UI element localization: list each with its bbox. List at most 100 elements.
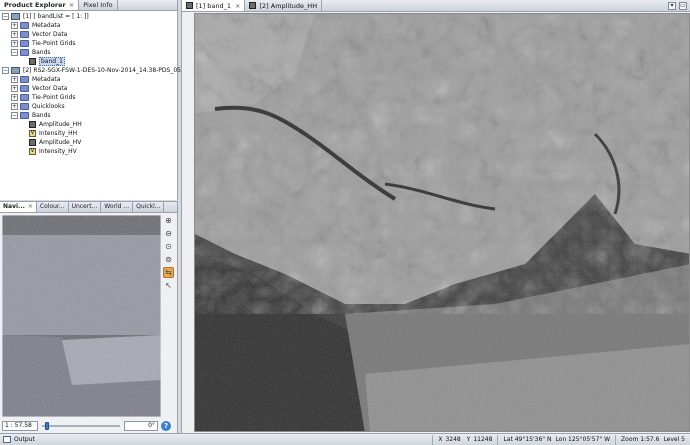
- maximize-icon[interactable]: ▭: [679, 1, 687, 10]
- folder-icon: [20, 49, 29, 56]
- tree-node-label: Vector Data: [32, 85, 68, 92]
- output-icon: [3, 436, 11, 443]
- nav-tabbar: Navi... × Colour... Uncert... World ... Q…: [0, 202, 177, 213]
- tree-node[interactable]: Amplitude_HH: [2, 120, 177, 129]
- band-icon: [186, 2, 193, 9]
- tree-node-label: Bands: [32, 112, 51, 119]
- tree-node-label: Metadata: [32, 76, 61, 83]
- band-icon: [249, 2, 257, 9]
- tab-product-explorer[interactable]: Product Explorer ×: [0, 0, 80, 10]
- tree-node[interactable]: V Intensity_HV: [2, 147, 177, 156]
- navigation-toolbar: ⊕ ⊖ ⊙ ⊚ ⇆ ↖: [163, 215, 176, 293]
- folder-icon: [20, 22, 29, 29]
- tree-node[interactable]: band_1: [2, 57, 177, 66]
- pixel-position: X 3248 Y 11248: [432, 434, 497, 445]
- collapse-icon[interactable]: −: [11, 112, 18, 119]
- tree-node[interactable]: − [1] [ bandList = [ 1: ]]: [2, 12, 177, 21]
- expand-icon[interactable]: +: [11, 31, 18, 38]
- zoom-pixel-icon[interactable]: ⊙: [163, 241, 174, 252]
- product-icon: [11, 13, 20, 20]
- close-icon[interactable]: ×: [69, 1, 74, 9]
- status-bar: Output X 3248 Y 11248 Lat 49°15'36" N Lon 1…: [0, 433, 690, 445]
- navigation-overview[interactable]: [2, 215, 161, 417]
- tab-navigation[interactable]: Navi... ×: [0, 202, 37, 212]
- tree-node[interactable]: + Vector Data: [2, 30, 177, 39]
- folder-icon: [20, 112, 29, 119]
- tree-node-label: [2] RS2-SGX-FSW-1-DES-10-Nov-2014_14.38-…: [23, 67, 204, 74]
- geo-position: Lat 49°15'36" N Lon 125°05'57" W: [497, 434, 615, 445]
- tab-world-view[interactable]: World ...: [101, 202, 134, 212]
- close-icon[interactable]: ×: [235, 2, 240, 10]
- tree-node-label: Tie-Point Grids: [32, 94, 76, 101]
- slider-thumb[interactable]: [45, 422, 49, 430]
- tree-node[interactable]: − Bands: [2, 111, 177, 120]
- product-tree: − [1] [ bandList = [ 1: ]] + Metadata + Vecto…: [0, 11, 204, 156]
- tree-node[interactable]: + Metadata: [2, 21, 177, 30]
- collapse-icon[interactable]: −: [2, 67, 9, 74]
- zoom-out-icon[interactable]: ⊖: [163, 228, 174, 239]
- expand-icon[interactable]: +: [11, 103, 18, 110]
- tree-node[interactable]: + Tie-Point Grids: [2, 39, 177, 48]
- scale-field[interactable]: 1 : 57.58: [2, 421, 38, 431]
- band-icon: [29, 58, 36, 65]
- collapse-icon[interactable]: −: [11, 49, 18, 56]
- sar-image-view[interactable]: [194, 13, 690, 432]
- tree-node[interactable]: + Tie-Point Grids: [2, 93, 177, 102]
- dropdown-icon[interactable]: ▾: [668, 1, 676, 10]
- tree-node-label: Bands: [32, 49, 51, 56]
- expand-icon[interactable]: +: [11, 40, 18, 47]
- band-icon: [29, 121, 36, 128]
- sync-cursor-icon[interactable]: ↖: [163, 280, 174, 291]
- tab-band-1[interactable]: [1] band_1 ×: [182, 0, 246, 11]
- collapse-icon[interactable]: −: [2, 13, 9, 20]
- product-icon: [11, 67, 20, 74]
- virtual-band-icon: V: [29, 130, 36, 137]
- tab-colour-manipulation[interactable]: Colour...: [37, 202, 69, 212]
- tree-node[interactable]: − Bands: [2, 48, 177, 57]
- expand-icon[interactable]: +: [11, 85, 18, 92]
- image-view-panel: [1] band_1 × [2] Amplitude_HH ▾ ▭: [181, 0, 690, 433]
- tree-node-label: Vector Data: [32, 31, 68, 38]
- close-icon[interactable]: ×: [28, 203, 33, 210]
- tree-node-label: Tie-Point Grids: [32, 40, 76, 47]
- tree-node[interactable]: Amplitude_HV: [2, 138, 177, 147]
- tree-node[interactable]: − [2] RS2-SGX-FSW-1-DES-10-Nov-2014_14.38…: [2, 66, 204, 75]
- product-explorer-panel: Product Explorer × Pixel Info − [1] [ band…: [0, 0, 204, 200]
- zoom-level: Zoom 1:57.6 Level 5: [615, 434, 690, 445]
- expand-icon[interactable]: +: [11, 76, 18, 83]
- expand-icon[interactable]: +: [11, 94, 18, 101]
- output-button[interactable]: Output: [0, 436, 432, 443]
- virtual-band-icon: V: [29, 148, 36, 155]
- tree-node[interactable]: + Metadata: [2, 75, 177, 84]
- zoom-all-icon[interactable]: ⊚: [163, 254, 174, 265]
- zoom-slider[interactable]: [42, 421, 120, 431]
- tree-node[interactable]: + Quicklooks: [2, 102, 177, 111]
- slider-track: [42, 425, 120, 427]
- tree-node-label: Intensity_HV: [39, 148, 77, 155]
- explorer-tabbar: Product Explorer × Pixel Info: [0, 0, 177, 11]
- navigation-controls: 1 : 57.58 0° ?: [2, 420, 176, 432]
- navigation-panel: Navi... × Colour... Uncert... World ... Q…: [0, 201, 178, 433]
- folder-icon: [20, 94, 29, 101]
- expand-icon[interactable]: +: [11, 22, 18, 29]
- tree-node-label: [1] [ bandList = [ 1: ]]: [23, 13, 89, 20]
- band-icon: [29, 139, 36, 146]
- tree-node-label: Quicklooks: [32, 103, 65, 110]
- tab-quicklooks[interactable]: Quickl...: [133, 202, 165, 212]
- tree-node-label: Amplitude_HH: [39, 121, 82, 128]
- tree-node-label: Intensity_HH: [39, 130, 78, 137]
- rotation-field[interactable]: 0°: [124, 421, 158, 431]
- tree-node-label: Metadata: [32, 22, 61, 29]
- tab-pixel-info[interactable]: Pixel Info: [79, 0, 118, 10]
- tree-node[interactable]: + Vector Data: [2, 84, 177, 93]
- tree-node[interactable]: V Intensity_HH: [2, 129, 177, 138]
- tab-uncertainty[interactable]: Uncert...: [69, 202, 102, 212]
- snap-desktop: Product Explorer × Pixel Info − [1] [ band…: [0, 0, 690, 445]
- window-controls: ▾ ▭: [668, 0, 690, 11]
- tab-amplitude-hh[interactable]: [2] Amplitude_HH: [245, 0, 323, 11]
- image-tabbar: [1] band_1 × [2] Amplitude_HH ▾ ▭: [182, 0, 690, 12]
- zoom-in-icon[interactable]: ⊕: [163, 215, 174, 226]
- folder-icon: [20, 76, 29, 83]
- sync-views-icon[interactable]: ⇆: [163, 267, 174, 278]
- help-icon[interactable]: ?: [161, 421, 171, 431]
